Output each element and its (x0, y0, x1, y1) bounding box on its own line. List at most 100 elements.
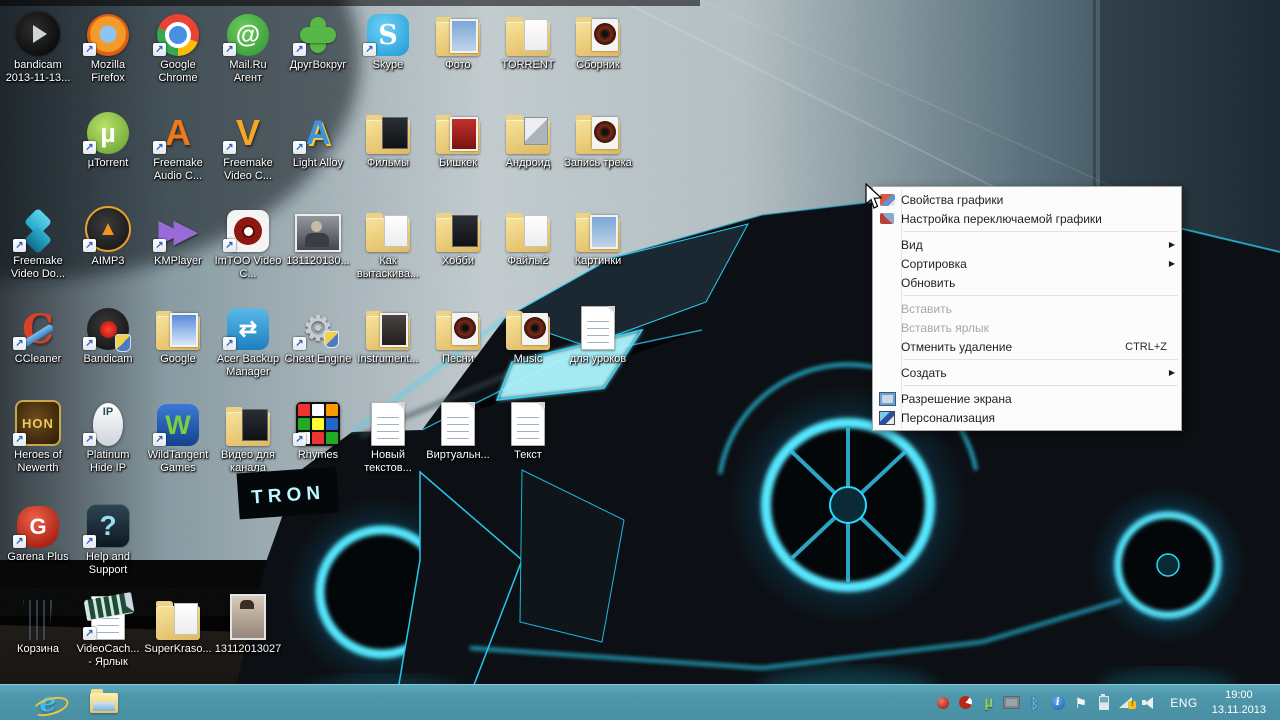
folder-disc-icon (424, 300, 492, 350)
shortcut-arrow-icon: ↗ (83, 141, 96, 154)
menu-item-view[interactable]: Вид ▶ (873, 235, 1181, 254)
desktop-icon-skype[interactable]: S ↗ Skype (354, 6, 422, 72)
desktop-icon-heroes-of-newerth[interactable]: HON ↗ Heroes of Newerth (4, 396, 72, 475)
desktop-icon-freemake-audio-converter[interactable]: A ↗ Freemake Audio C... (144, 104, 212, 183)
desktop-icon-bishkek-folder[interactable]: Бишкек (424, 104, 492, 170)
desktop-icon-video-for-channel-folder[interactable]: Видео для канала (214, 396, 282, 475)
desktop-icon-android-folder[interactable]: Андроид (494, 104, 562, 170)
shortcut-arrow-icon: ↗ (13, 337, 26, 350)
folder-photo-icon (424, 6, 492, 56)
desktop-icon-google-folder[interactable]: Google (144, 300, 212, 366)
desktop-icon-songs-folder[interactable]: Песни (424, 300, 492, 366)
desktop-icon-wildtangent-games[interactable]: W ↗ WildTangent Games (144, 396, 212, 475)
menu-separator (903, 359, 1178, 360)
menu-item-graphics-properties[interactable]: Свойства графики (873, 190, 1181, 209)
desktop-icon-help-and-support[interactable]: ? ↗ Help and Support (74, 498, 142, 577)
doc-icon (494, 396, 562, 446)
menu-item-refresh[interactable]: Обновить (873, 273, 1181, 292)
shortcut-arrow-icon: ↗ (83, 43, 96, 56)
desktop-icon-kmplayer[interactable]: ▶▶ ↗ KMPlayer (144, 202, 212, 268)
desktop-icon-drugvokrug[interactable]: ↗ ДругВокруг (284, 6, 352, 72)
shortcut-arrow-icon: ↗ (83, 535, 96, 548)
desktop-icon-hobby-folder[interactable]: Хобби (424, 202, 492, 268)
desktop-icon-light-alloy[interactable]: A ↗ Light Alloy (284, 104, 352, 170)
intel-info-icon[interactable]: i (1049, 694, 1066, 711)
desktop-icon-cheat-engine[interactable]: ⚙ ↗ Cheat Engine (284, 300, 352, 366)
desktop-icon-virtual-doc[interactable]: Виртуальн... (424, 396, 492, 462)
recorder-icon[interactable] (934, 694, 951, 711)
shortcut-arrow-icon: ↗ (153, 43, 166, 56)
folder-disc-icon (494, 300, 562, 350)
shortcut-arrow-icon: ↗ (293, 43, 306, 56)
desktop-icon-pictures-folder[interactable]: Картинки (564, 202, 632, 268)
desktop-icon-videocach-shortcut[interactable]: ↗ VideoCach... - Ярлык (74, 590, 142, 669)
desktop-icon-garena-plus[interactable]: G ↗ Garena Plus (4, 498, 72, 564)
taskbar: e µ ᛒi ⚑ ENG 19:00 13.11.2013 (0, 684, 1280, 720)
menu-item-label: Персонализация (901, 410, 996, 425)
battery-icon[interactable] (1095, 693, 1112, 711)
desktop-icon-new-text-doc[interactable]: Новый текстов... (354, 396, 422, 475)
volume-icon[interactable] (1141, 694, 1158, 711)
hideip-icon: IP ↗ (74, 396, 142, 446)
menu-item-personalization[interactable]: Персонализация (873, 408, 1181, 427)
resolution-icon (873, 391, 901, 406)
desktop-icon-video-131120130[interactable]: 131120130... (284, 202, 352, 268)
desktop-icon-music-folder[interactable]: Music (494, 300, 562, 366)
shortcut-arrow-icon: ↗ (223, 239, 236, 252)
desktop-icon-kak-vytaskivat-folder[interactable]: Как вытаскива... (354, 202, 422, 281)
desktop-icon-sbornik-folder[interactable]: Сборник (564, 6, 632, 72)
desktop-icon-imtoo-video-converter[interactable]: ↗ ImTOO Video C... (214, 202, 282, 281)
desktop-icon-freemake-video-downloader[interactable]: ↗ Freemake Video Do... (4, 202, 72, 281)
shortcut-arrow-icon: ↗ (83, 627, 96, 640)
menu-item-new[interactable]: Создать ▶ (873, 363, 1181, 382)
desktop-icon-files2-folder[interactable]: Файлы2 (494, 202, 562, 268)
desktop-icon-freemake-video-converter[interactable]: V ↗ Freemake Video C... (214, 104, 282, 183)
icon-label: Текст (514, 449, 542, 461)
folder-cube-icon (494, 104, 562, 154)
desktop-icon-mailru-agent[interactable]: @ ↗ Mail.Ru Агент (214, 6, 282, 85)
desktop-icon-aimp3[interactable]: ▲ ↗ AIMP3 (74, 202, 142, 268)
desktop-icon-acer-backup-manager[interactable]: ⇄ ↗ Acer Backup Manager (214, 300, 282, 379)
icon-label: CCleaner (14, 353, 62, 365)
icon-label: Freemake Audio C... (153, 157, 203, 182)
icon-label: Бишкек (438, 157, 478, 169)
desktop-icon-photo-13112013027[interactable]: 13112013027 (214, 590, 282, 656)
display-icon[interactable] (1003, 694, 1021, 711)
desktop-icon-for-lessons-doc[interactable]: для уроков (564, 300, 632, 366)
action-center-flag-icon[interactable]: ⚑ (1072, 694, 1089, 711)
icon-label: Mail.Ru Агент (229, 59, 267, 84)
bluetooth-icon[interactable]: ᛒ (1026, 694, 1043, 711)
desktop-icon-torrent-folder[interactable]: TORRENT (494, 6, 562, 72)
desktop-icon-google-chrome[interactable]: ↗ Google Chrome (144, 6, 212, 85)
desktop-icon-bandicam[interactable]: ↗ Bandicam (74, 300, 142, 366)
desktop-icon-utorrent[interactable]: µ ↗ µTorrent (74, 104, 142, 170)
internet-explorer-icon[interactable]: e (28, 687, 68, 719)
desktop-icon-bandicam-recording[interactable]: bandicam 2013-11-13... (4, 6, 72, 85)
desktop-icon-instrument-folder[interactable]: Instrument... (354, 300, 422, 366)
red-app-icon[interactable] (957, 694, 974, 711)
icon-label: Песни (442, 353, 474, 365)
menu-item-screen-resolution[interactable]: Разрешение экрана (873, 389, 1181, 408)
desktop-icon-rhymes[interactable]: ↗ Rhymes (284, 396, 352, 462)
desktop-icon-films-folder[interactable]: Фильмы (354, 104, 422, 170)
network-warning-icon[interactable] (1118, 694, 1137, 711)
utorrent-tray-icon[interactable]: µ (980, 694, 997, 711)
menu-item-label: Настройка переключаемой графики (901, 211, 1102, 226)
desktop-icon-photo-folder[interactable]: Фото (424, 6, 492, 72)
language-indicator[interactable]: ENG (1166, 696, 1202, 710)
menu-item-undo-delete[interactable]: Отменить удаление CTRL+Z (873, 337, 1181, 356)
taskbar-clock[interactable]: 19:00 13.11.2013 (1210, 688, 1272, 718)
menu-item-label: Вставить (901, 301, 952, 316)
desktop-context-menu: Свойства графики Настройка переключаемой … (872, 186, 1182, 431)
menu-item-switchable-graphics-settings[interactable]: Настройка переключаемой графики (873, 209, 1181, 228)
desktop-icon-text-doc[interactable]: Текст (494, 396, 562, 462)
desktop-icon-ccleaner[interactable]: C ↗ CCleaner (4, 300, 72, 366)
desktop-icon-mozilla-firefox[interactable]: ↗ Mozilla Firefox (74, 6, 142, 85)
desktop-icon-platinum-hide-ip[interactable]: IP ↗ Platinum Hide IP (74, 396, 142, 475)
desktop-icon-recycle-bin[interactable]: Корзина (4, 590, 72, 656)
desktop-icon-track-recording-folder[interactable]: Запись трека (564, 104, 632, 170)
file-explorer-icon[interactable] (84, 687, 124, 719)
menu-item-sort-by[interactable]: Сортировка ▶ (873, 254, 1181, 273)
menu-separator (903, 295, 1178, 296)
desktop-icon-superkraso-folder[interactable]: SuperKraso... (144, 590, 212, 656)
